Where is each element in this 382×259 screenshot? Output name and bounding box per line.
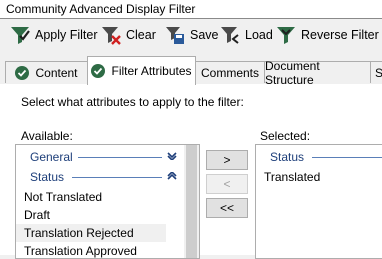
group-header-status[interactable]: Status [16,167,199,187]
save-label: Save [190,28,219,42]
tab-label: Comments [200,65,259,80]
group-header-status[interactable]: Status [256,147,382,167]
vertical-scrollbar[interactable] [184,145,199,258]
list-item[interactable]: Draft [16,206,166,224]
instruction-text: Select what attributes to apply to the f… [21,95,244,109]
selected-list[interactable]: Status Translated [255,144,382,259]
group-label: Status [30,170,65,184]
clear-button[interactable]: Clear [101,24,156,46]
window-title-bar: Community Advanced Display Filter [0,0,382,19]
add-button[interactable]: > [206,150,248,170]
window-title: Community Advanced Display Filter [6,2,196,16]
funnel-clear-icon [102,27,121,45]
reverse-filter-button[interactable]: Reverse Filter [276,24,379,46]
save-button[interactable]: Save [165,24,219,46]
available-list[interactable]: General Status Not Translated Draft Tran… [15,144,200,259]
check-circle-icon [91,64,106,78]
reverse-filter-label: Reverse Filter [301,28,379,42]
funnel-load-icon [221,27,239,44]
list-item[interactable]: Translation Rejected [16,224,166,242]
available-label: Available: [21,129,73,143]
tab-filter-attributes[interactable]: Filter Attributes [87,56,196,85]
tab-comments[interactable]: Comments [195,61,265,83]
group-divider [72,177,162,178]
chevron-up-icon[interactable] [167,172,177,180]
selected-label: Selected: [260,129,311,143]
tab-label: Document Structure [265,58,320,87]
tab-document-structure[interactable]: Document Structure [264,59,371,87]
group-label: Status [270,150,305,164]
apply-filter-label: Apply Filter [35,28,98,42]
group-divider [78,157,162,158]
funnel-save-icon [166,27,184,44]
apply-filter-button[interactable]: Apply Filter [10,24,98,46]
check-circle-icon [15,65,30,80]
tab-label: S [375,65,382,80]
list-item[interactable]: Translated [256,168,320,186]
filter-attributes-panel: Select what attributes to apply to the f… [0,84,382,259]
scrollbar-thumb[interactable] [186,145,197,258]
group-label: General [30,150,73,164]
load-button[interactable]: Load [220,24,273,46]
group-header-general[interactable]: General [16,147,199,167]
toolbar: Apply Filter Clear Save Load Reverse Fil… [0,20,382,50]
group-divider [312,157,382,158]
remove-all-button[interactable]: << [206,198,248,218]
list-item[interactable]: Translation Approved [16,242,166,258]
list-item[interactable]: Not Translated [16,188,166,206]
funnel-check-icon [11,27,30,44]
tab-label: Filter Attributes [111,64,192,78]
tab-label: Content [35,65,78,80]
tab-overflow[interactable]: S [370,61,382,83]
funnel-reverse-icon [277,27,295,44]
tab-content[interactable]: Content [5,61,88,83]
tab-strip: Content Filter Attributes Comments Docum… [0,56,382,87]
load-label: Load [245,28,273,42]
remove-button[interactable]: < [206,174,248,194]
clear-label: Clear [126,28,156,42]
chevron-down-icon[interactable] [167,152,177,160]
